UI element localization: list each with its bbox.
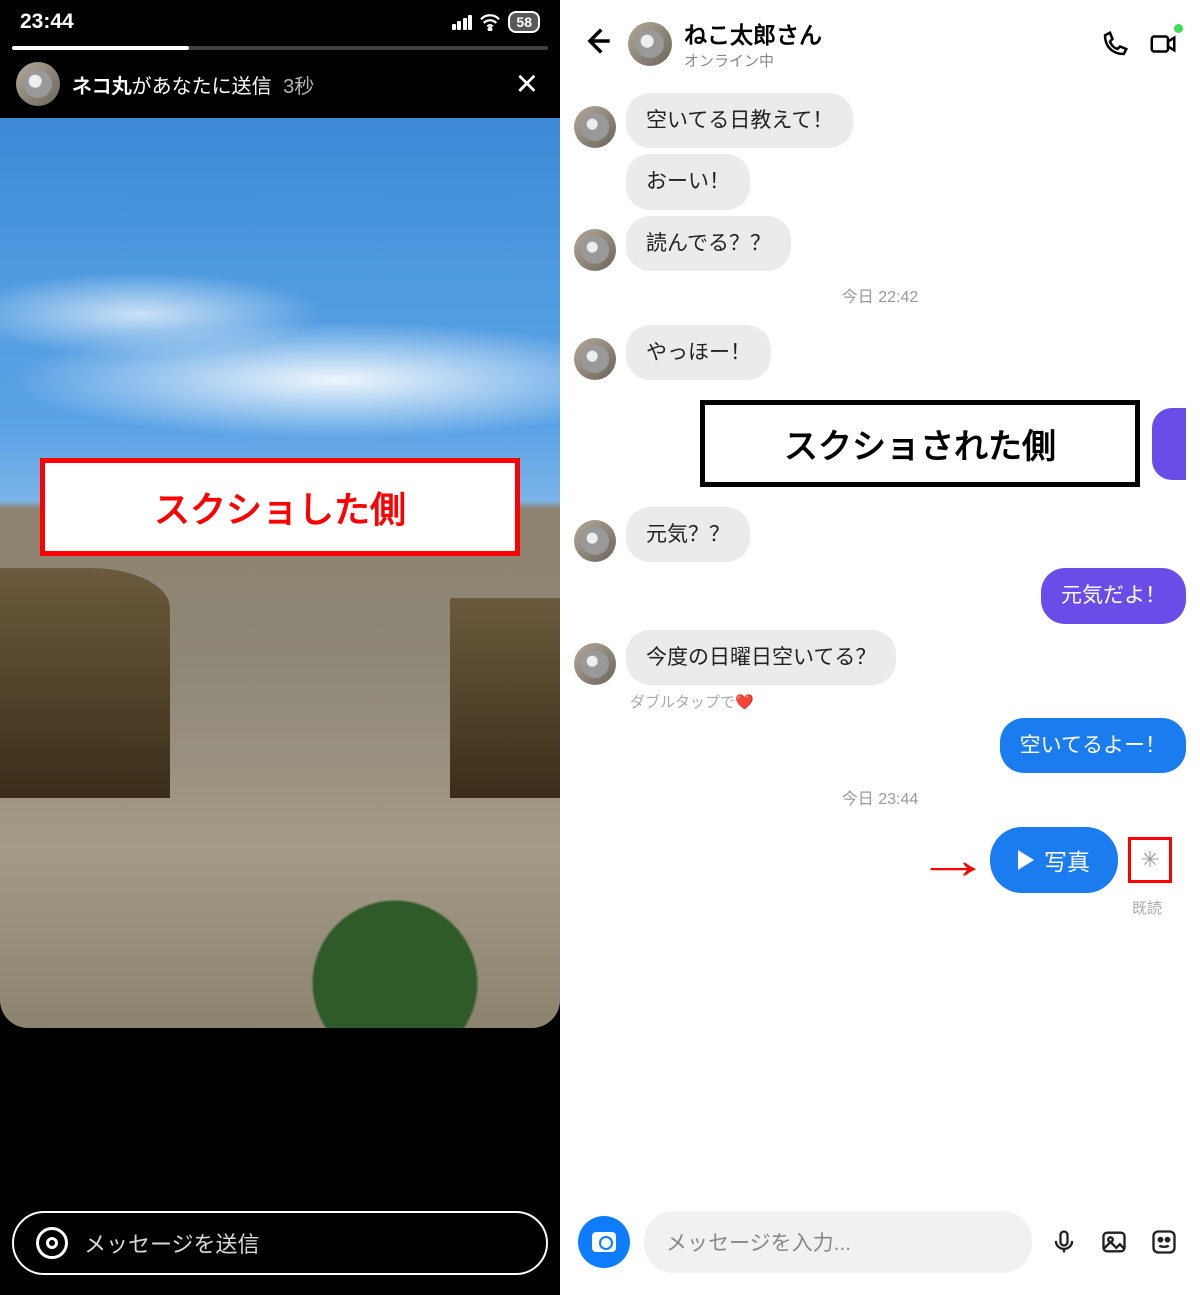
cellular-icon — [452, 15, 473, 30]
wifi-icon — [479, 13, 501, 31]
chat-header: ねこ太郎さん オンライン中 — [560, 0, 1200, 81]
chat-status: オンライン中 — [684, 50, 822, 71]
message-row: 空いてる日教えて！ — [574, 93, 1186, 148]
message-row: 空いてるよー！ — [574, 718, 1186, 773]
story-from-label: ネコ丸があなたに送信 3秒 — [72, 70, 498, 99]
sticker-icon[interactable] — [1146, 1224, 1182, 1260]
chat-avatar[interactable] — [628, 22, 672, 66]
msg-avatar[interactable] — [574, 520, 616, 562]
message-bubble[interactable]: 空いてるよー！ — [1000, 718, 1186, 773]
message-bubble[interactable]: 読んでる？？ — [626, 216, 791, 271]
photo-row: → 写真 ✳ — [574, 827, 1186, 893]
message-row: 読んでる？？ — [574, 216, 1186, 271]
message-row: やっほー！ — [574, 325, 1186, 380]
sender-avatar[interactable] — [16, 62, 60, 106]
play-icon — [1018, 850, 1034, 870]
message-bubble[interactable]: やっほー！ — [626, 325, 771, 380]
message-bubble[interactable]: 今度の日曜日空いてる？ — [626, 630, 896, 685]
chat-input-bar: メッセージを入力... — [560, 1199, 1200, 1295]
message-input-bar-left[interactable]: メッセージを送信 — [12, 1211, 548, 1275]
message-bubble[interactable]: 元気？？ — [626, 507, 750, 562]
camera-icon[interactable] — [36, 1227, 68, 1259]
message-bubble[interactable]: 空いてる日教えて！ — [626, 93, 853, 148]
input-placeholder-left: メッセージを送信 — [84, 1227, 260, 1259]
msg-avatar[interactable] — [574, 338, 616, 380]
annotation-label-left: スクショした側 — [40, 458, 520, 556]
annotation-label-right: スクショされた側 — [700, 400, 1140, 487]
double-tap-hint: ダブルタップで❤️ — [630, 691, 1186, 712]
photo-message-bubble[interactable]: 写真 — [990, 827, 1118, 893]
read-status: 既読 — [574, 893, 1186, 924]
screenshot-indicator-icon: ✳ — [1128, 837, 1172, 883]
msg-avatar[interactable] — [574, 643, 616, 685]
mic-icon[interactable] — [1046, 1224, 1082, 1260]
camera-button[interactable] — [578, 1216, 630, 1268]
timestamp: 今日 22:42 — [574, 283, 1186, 307]
image-icon[interactable] — [1096, 1224, 1132, 1260]
msg-avatar[interactable] — [574, 229, 616, 271]
chat-name: ねこ太郎さん — [684, 16, 822, 50]
status-time: 23:44 — [20, 10, 74, 34]
message-row: 元気だよ！ — [574, 568, 1186, 623]
close-icon[interactable]: × — [510, 65, 544, 103]
message-bubble[interactable]: 元気だよ！ — [1041, 568, 1186, 623]
chat-panel: ねこ太郎さん オンライン中 空いてる日教えて！ おーい！ 読ん — [560, 0, 1200, 1295]
messages-list[interactable]: 空いてる日教えて！ おーい！ 読んでる？？ 今日 22:42 やっほー！ スクシ… — [560, 81, 1200, 1199]
message-row: おーい！ — [574, 154, 1186, 209]
status-bar: 23:44 58 — [0, 0, 560, 40]
msg-avatar[interactable] — [574, 106, 616, 148]
back-icon[interactable] — [580, 24, 614, 63]
story-view-panel: 23:44 58 ネコ丸があなたに送信 3秒 × スクショした側 — [0, 0, 560, 1295]
timestamp: 今日 23:44 — [574, 785, 1186, 809]
story-photo[interactable]: スクショした側 — [0, 118, 560, 1028]
video-call-icon[interactable] — [1146, 27, 1180, 61]
voice-call-icon[interactable] — [1098, 27, 1132, 61]
message-row: 元気？？ — [574, 507, 1186, 562]
message-input[interactable]: メッセージを入力... — [644, 1211, 1032, 1273]
story-header: ネコ丸があなたに送信 3秒 × — [0, 50, 560, 118]
message-row: 今度の日曜日空いてる？ — [574, 630, 1186, 685]
status-icons: 58 — [452, 11, 540, 33]
message-bubble[interactable]: おーい！ — [626, 154, 750, 209]
battery-icon: 58 — [508, 11, 540, 33]
annotation-arrow-icon: → — [915, 829, 991, 891]
